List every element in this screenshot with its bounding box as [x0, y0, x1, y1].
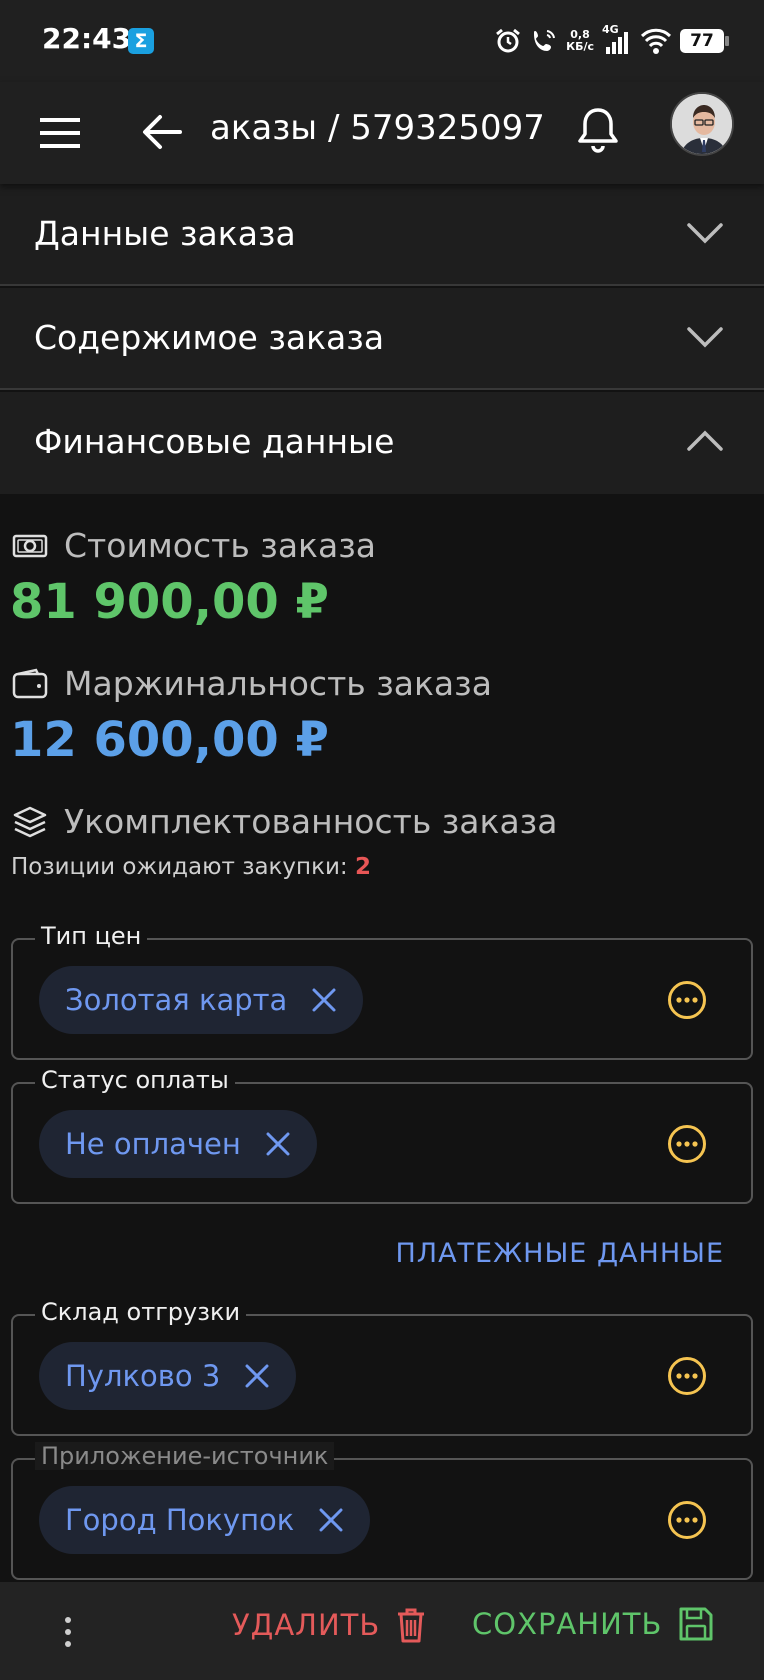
payment-status-chip[interactable]: Не оплачен	[39, 1110, 317, 1178]
order-margin-label: Маржинальность заказа	[64, 664, 492, 703]
accordion-label: Финансовые данные	[34, 422, 395, 461]
user-photo-icon	[672, 94, 732, 154]
close-icon[interactable]	[311, 987, 337, 1013]
hamburger-icon	[40, 118, 80, 148]
kebab-menu-icon[interactable]	[58, 1614, 78, 1650]
delete-button-label: УДАЛИТЬ	[232, 1608, 381, 1642]
close-icon[interactable]	[244, 1363, 270, 1389]
wifi-icon	[640, 28, 672, 54]
more-options-icon[interactable]	[667, 1124, 707, 1164]
app-bar: аказы / 579325097	[0, 82, 764, 184]
payment-status-label: Статус оплаты	[35, 1066, 235, 1094]
save-button[interactable]: СОХРАНИТЬ	[472, 1606, 714, 1642]
warehouse-value: Пулково 3	[65, 1359, 221, 1393]
back-button[interactable]	[140, 110, 184, 154]
accordion-financial-data[interactable]: Финансовые данные	[0, 392, 764, 494]
price-type-value: Золотая карта	[65, 983, 288, 1017]
pending-purchase-text: Позиции ожидают закупки: 2	[11, 854, 371, 880]
layers-icon	[13, 806, 47, 837]
warehouse-label: Склад отгрузки	[35, 1298, 247, 1326]
price-type-field: Тип цен Золотая карта	[11, 922, 753, 1060]
source-app-value: Город Покупок	[65, 1503, 295, 1537]
close-icon[interactable]	[318, 1507, 344, 1533]
page-title: аказы / 579325097	[210, 108, 545, 148]
payment-details-link[interactable]: ПЛАТЕЖНЫЕ ДАННЫЕ	[395, 1238, 724, 1269]
more-options-icon[interactable]	[667, 980, 707, 1020]
warehouse-chip[interactable]: Пулково 3	[39, 1342, 297, 1410]
status-icons: 0,8 КБ/с 4G 77	[494, 23, 729, 58]
source-app-field: Приложение-источник Город Покупок	[11, 1442, 753, 1580]
accordion-label: Содержимое заказа	[34, 318, 385, 357]
save-button-label: СОХРАНИТЬ	[472, 1607, 663, 1641]
source-app-label: Приложение-источник	[35, 1442, 335, 1470]
user-avatar[interactable]	[670, 92, 734, 156]
order-margin-value: 12 600,00 ₽	[10, 712, 329, 768]
delete-button[interactable]: УДАЛИТЬ	[232, 1606, 426, 1644]
source-app-chip[interactable]: Город Покупок	[39, 1486, 371, 1554]
more-options-icon[interactable]	[667, 1356, 707, 1396]
pending-purchase-count: 2	[354, 854, 371, 880]
order-cost-row: Стоимость заказа	[12, 526, 376, 565]
trash-icon	[398, 1608, 425, 1643]
wallet-icon	[12, 668, 48, 698]
more-options-icon[interactable]	[667, 1500, 707, 1540]
payment-status-field: Статус оплаты Не оплачен	[11, 1066, 753, 1204]
cell-signal: 4G	[602, 23, 632, 55]
accordion-order-data[interactable]: Данные заказа	[0, 184, 764, 286]
close-icon[interactable]	[265, 1131, 291, 1157]
price-type-label: Тип цен	[35, 922, 148, 950]
bottom-action-bar: УДАЛИТЬ СОХРАНИТЬ	[0, 1582, 764, 1680]
notifications-button[interactable]	[576, 104, 620, 156]
network-speed: 0,8 КБ/с	[566, 29, 594, 53]
order-margin-row: Маржинальность заказа	[12, 664, 492, 703]
menu-button[interactable]	[40, 114, 80, 152]
price-type-chip[interactable]: Золотая карта	[39, 966, 364, 1034]
signal-icon	[606, 32, 628, 54]
app-notification-icon: Σ	[128, 28, 154, 54]
order-completeness-label: Укомплектованность заказа	[64, 802, 558, 841]
status-time: 22:43	[42, 22, 132, 55]
chevron-down-icon	[687, 223, 723, 244]
order-cost-label: Стоимость заказа	[64, 526, 376, 565]
warehouse-field: Склад отгрузки Пулково 3	[11, 1298, 753, 1436]
accordion-order-contents[interactable]: Содержимое заказа	[0, 288, 764, 390]
accordion-label: Данные заказа	[34, 214, 296, 253]
order-cost-value: 81 900,00 ₽	[10, 574, 329, 630]
bell-icon	[578, 108, 618, 153]
money-icon	[12, 534, 48, 557]
alarm-icon	[496, 28, 521, 53]
payment-status-value: Не оплачен	[65, 1127, 241, 1161]
chevron-up-icon	[687, 430, 723, 451]
floppy-disk-icon	[679, 1607, 713, 1641]
order-completeness-row: Укомплектованность заказа	[12, 802, 557, 841]
wifi-call-icon	[534, 30, 556, 51]
battery-indicator: 77	[680, 29, 729, 53]
pending-purchase-label: Позиции ожидают закупки:	[11, 854, 348, 880]
arrow-left-icon	[143, 115, 182, 149]
status-bar: 22:43 Σ 0,8 КБ/с 4G 77	[0, 0, 764, 82]
chevron-down-icon	[687, 327, 723, 348]
network-speed-unit: КБ/с	[566, 40, 594, 53]
